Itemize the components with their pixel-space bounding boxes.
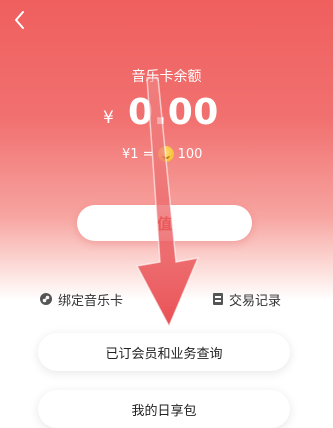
link-icon (40, 293, 52, 305)
balance-amount: 0.00 (128, 92, 219, 133)
coin-icon (157, 146, 174, 162)
balance-display: ¥ 0.00 (0, 92, 333, 138)
page-title: 音乐卡余额 (131, 69, 202, 85)
bind-card-link[interactable]: 绑定音乐卡 (40, 290, 124, 309)
currency-symbol: ¥ (103, 108, 114, 128)
document-icon (213, 293, 223, 305)
recharge-label: 值 (156, 214, 172, 233)
rate-left: ¥1 = (122, 146, 154, 162)
daily-pack-label: 我的日享包 (131, 403, 197, 419)
transaction-records-link[interactable]: 交易记录 (213, 290, 282, 309)
exchange-rate: ¥1 = 100 (122, 145, 202, 163)
rate-right: 100 (177, 146, 203, 162)
recharge-button[interactable]: 值 (77, 205, 252, 241)
daily-pack-button[interactable]: 我的日享包 (38, 390, 290, 428)
chevron-left-icon (15, 11, 24, 29)
transaction-records-label: 交易记录 (229, 293, 282, 309)
membership-query-button[interactable]: 已订会员和业务查询 (38, 333, 290, 371)
bind-card-label: 绑定音乐卡 (58, 293, 124, 309)
membership-query-label: 已订会员和业务查询 (105, 346, 223, 362)
back-button[interactable] (10, 8, 32, 32)
